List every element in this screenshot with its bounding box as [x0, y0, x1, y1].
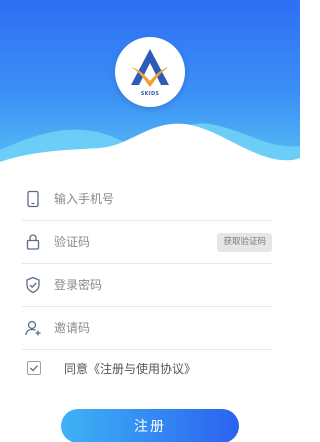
invite-code-input[interactable] [54, 317, 204, 339]
get-code-button[interactable]: 获取验证码 [217, 233, 272, 252]
user-add-icon [25, 320, 41, 336]
phone-row [22, 178, 272, 221]
logo-mark-icon [131, 49, 169, 87]
password-row [22, 264, 272, 307]
phone-icon [27, 190, 39, 208]
app-logo: SKIDS [115, 37, 185, 107]
header-banner: SKIDS [0, 0, 300, 170]
agreement-row: 同意《注册与使用协议》 [24, 357, 284, 383]
agreement-checkbox[interactable] [27, 361, 41, 375]
agreement-link[interactable]: 同意《注册与使用协议》 [64, 360, 196, 377]
code-row: 获取验证码 [22, 221, 272, 264]
checkmark-icon [30, 365, 38, 372]
password-input[interactable] [54, 274, 204, 296]
register-button[interactable]: 注册 [61, 409, 239, 442]
lock-icon [26, 234, 40, 250]
invite-row [22, 307, 272, 350]
verification-code-input[interactable] [54, 231, 204, 253]
logo-text: SKIDS [140, 91, 160, 97]
phone-input[interactable] [54, 188, 204, 210]
shield-icon [26, 276, 40, 294]
